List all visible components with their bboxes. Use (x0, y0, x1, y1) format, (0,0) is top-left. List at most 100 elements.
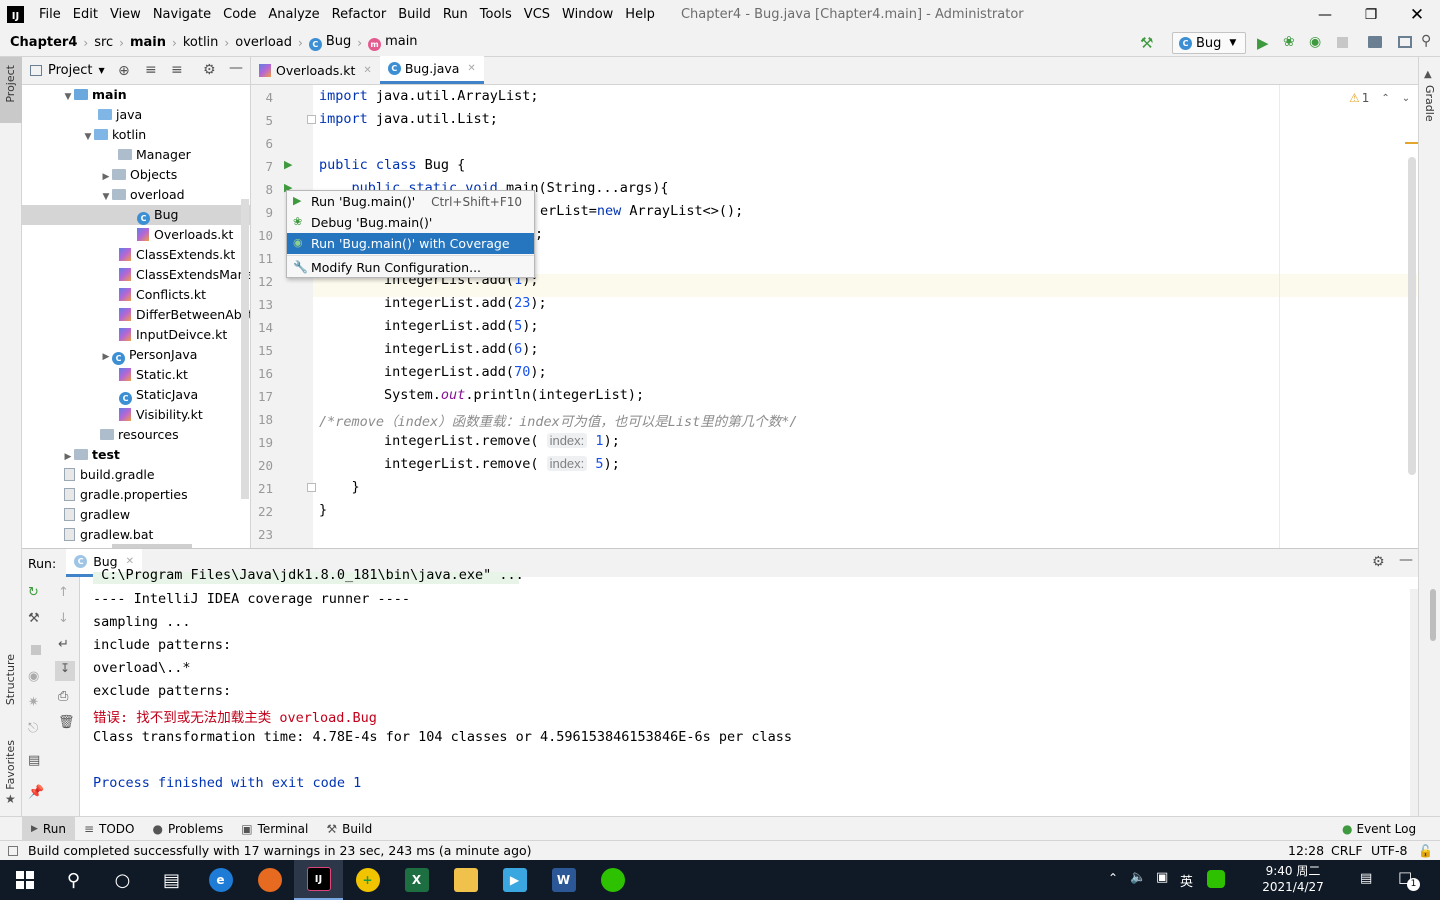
debug-icon[interactable]: ❀ (1283, 34, 1295, 50)
tree-item-build-gradle[interactable]: build.gradle (22, 465, 250, 485)
close-tab-icon[interactable]: ✕ (363, 65, 371, 76)
tree-scrollbar[interactable] (241, 199, 249, 499)
gear-icon[interactable]: ⚙ (1372, 554, 1385, 570)
tool-problems[interactable]: ● Problems (143, 817, 232, 841)
hide-panel-icon[interactable]: — (229, 60, 243, 76)
menu-help[interactable]: Help (619, 7, 661, 22)
tree-item-differbetweenabstr[interactable]: DifferBetweenAbstr (22, 305, 250, 325)
tree-item-objects[interactable]: ▶ Objects (22, 165, 250, 185)
menu-edit[interactable]: Edit (67, 7, 104, 22)
tree-item-gradle-properties[interactable]: gradle.properties (22, 485, 250, 505)
excel-icon[interactable]: X (392, 860, 441, 900)
code-line-5[interactable]: import java.util.List; (319, 111, 498, 127)
close-tab-icon[interactable]: ✕ (126, 556, 134, 567)
project-panel-title[interactable]: Project (48, 63, 92, 78)
rerun-icon[interactable]: ↻ (28, 585, 39, 600)
tree-item-staticjava[interactable]: C StaticJava (22, 385, 250, 405)
popup-run-with-coverage[interactable]: ◉ Run 'Bug.main()' with Coverage (287, 233, 534, 254)
stop-icon[interactable] (1337, 37, 1348, 48)
collapse-all-icon[interactable]: ≡ (171, 62, 183, 78)
warning-marker[interactable] (1405, 142, 1418, 144)
green-app-icon[interactable]: + (343, 860, 392, 900)
menu-refactor[interactable]: Refactor (326, 7, 393, 22)
tree-item-gradlew[interactable]: gradlew (22, 505, 250, 525)
breadcrumb-project[interactable]: Chapter4 (8, 35, 79, 50)
lock-icon[interactable]: 🔓 (1418, 844, 1433, 858)
code-line-9[interactable]: erList=new ArrayList<>(); (540, 203, 743, 219)
chevron-down-icon[interactable]: ⌄ (1402, 93, 1410, 104)
menu-tools[interactable]: Tools (474, 7, 518, 22)
presentation-icon[interactable] (1398, 36, 1412, 48)
menu-navigate[interactable]: Navigate (147, 7, 217, 22)
exit-icon[interactable]: ✷ (28, 695, 39, 710)
gradle-tab[interactable]: Gradle (1423, 85, 1436, 122)
gear-icon[interactable]: ⚙ (203, 62, 216, 78)
code-line-19[interactable]: integerList.remove( index: 1); (319, 433, 620, 449)
close-window-icon[interactable]: ✕ (1394, 0, 1440, 29)
code-line-7[interactable]: public class Bug { (319, 157, 465, 173)
word-icon[interactable]: W (539, 860, 588, 900)
code-line-13[interactable]: integerList.add(23); (319, 295, 547, 311)
volume-icon[interactable]: 🔈 (1130, 870, 1146, 885)
menu-view[interactable]: View (104, 7, 147, 22)
build-hammer-icon[interactable]: ⚒ (1140, 34, 1153, 52)
menu-analyze[interactable]: Analyze (262, 7, 325, 22)
intellij-taskbar-icon[interactable]: IJ (294, 860, 343, 900)
wrench-icon[interactable]: ⚒ (28, 611, 40, 626)
code-line-17[interactable]: System.out.println(integerList); (319, 387, 644, 403)
print-icon[interactable]: ⎙ (58, 689, 68, 704)
tool-run[interactable]: ▶ Run (22, 816, 75, 841)
trash-icon[interactable]: 🗑 (58, 715, 75, 730)
show-desktop-icon[interactable]: ▤ (1360, 871, 1372, 886)
popup-modify-run-config[interactable]: 🔧 Modify Run Configuration... (287, 257, 534, 278)
inspection-widget[interactable]: ⚠ 1 ⌃ ⌄ (1349, 91, 1410, 105)
toggle-tool-windows-icon[interactable] (8, 845, 18, 856)
ime-indicator[interactable]: 英 (1180, 871, 1193, 890)
tree-item-personjava[interactable]: ▶ C PersonJava (22, 345, 250, 365)
breadcrumb-main-method[interactable]: m main (366, 34, 419, 51)
project-tool-tab[interactable]: Project (0, 57, 22, 123)
tab-bug-java[interactable]: C Bug.java ✕ (379, 56, 484, 84)
maximize-icon[interactable]: ❐ (1348, 0, 1394, 29)
output-scrollbar[interactable] (1430, 589, 1436, 641)
fold-icon[interactable] (307, 483, 316, 492)
structure-tab[interactable]: Structure (4, 654, 17, 705)
network-icon[interactable]: ▣ (1156, 870, 1168, 885)
arrow-down-icon[interactable]: ↓ (58, 611, 69, 626)
fold-icon[interactable] (307, 115, 316, 124)
menu-window[interactable]: Window (556, 7, 619, 22)
chevron-up-icon[interactable]: ⌃ (1381, 93, 1389, 104)
expand-all-icon[interactable]: ≡ (145, 62, 157, 78)
locate-icon[interactable]: ⊕ (118, 63, 130, 79)
tree-item-gradlew-bat[interactable]: gradlew.bat (22, 525, 250, 545)
tree-item-classextendsmanag[interactable]: ClassExtendsManag (22, 265, 250, 285)
code-line-14[interactable]: integerList.add(5); (319, 318, 538, 334)
media-player-icon[interactable]: ▶ (490, 860, 539, 900)
menu-vcs[interactable]: VCS (518, 7, 556, 22)
stop-icon[interactable] (31, 645, 41, 655)
chevron-up-icon[interactable]: ⌃ (1108, 871, 1118, 885)
tree-item-resources[interactable]: resources (22, 425, 250, 445)
popup-run[interactable]: ▶ Run 'Bug.main()' Ctrl+Shift+F10 (287, 191, 534, 212)
close-tab-icon[interactable]: ✕ (467, 63, 475, 74)
file-explorer-icon[interactable] (441, 860, 490, 900)
tree-item-conflicts-kt[interactable]: Conflicts.kt (22, 285, 250, 305)
minimize-icon[interactable]: — (1302, 0, 1348, 29)
hide-panel-icon[interactable]: — (1399, 552, 1413, 568)
breadcrumb-src[interactable]: src (92, 35, 115, 50)
chevron-down-icon[interactable]: ▼ (98, 66, 104, 75)
code-line-18[interactable]: /*remove（index）函数重载：index可为值，也可以是List里的第… (319, 410, 798, 430)
tree-item-overloads-kt[interactable]: Overloads.kt (22, 225, 250, 245)
task-view-icon[interactable]: ▤ (147, 860, 196, 900)
code-line-10[interactable]: ; (535, 226, 543, 242)
firefox-icon[interactable] (245, 860, 294, 900)
wechat-icon[interactable] (588, 860, 637, 900)
code-line-20[interactable]: integerList.remove( index: 5); (319, 456, 620, 472)
search-icon[interactable]: ⚲ (1421, 33, 1431, 49)
tree-item-bug[interactable]: C Bug (22, 205, 250, 225)
tool-terminal[interactable]: ▣ Terminal (232, 817, 317, 841)
favorites-tab[interactable]: Favorites (4, 740, 17, 790)
sogou-icon[interactable] (1207, 870, 1225, 888)
arrow-up-icon[interactable]: ↑ (58, 585, 69, 600)
project-structure-icon[interactable] (1368, 36, 1382, 48)
